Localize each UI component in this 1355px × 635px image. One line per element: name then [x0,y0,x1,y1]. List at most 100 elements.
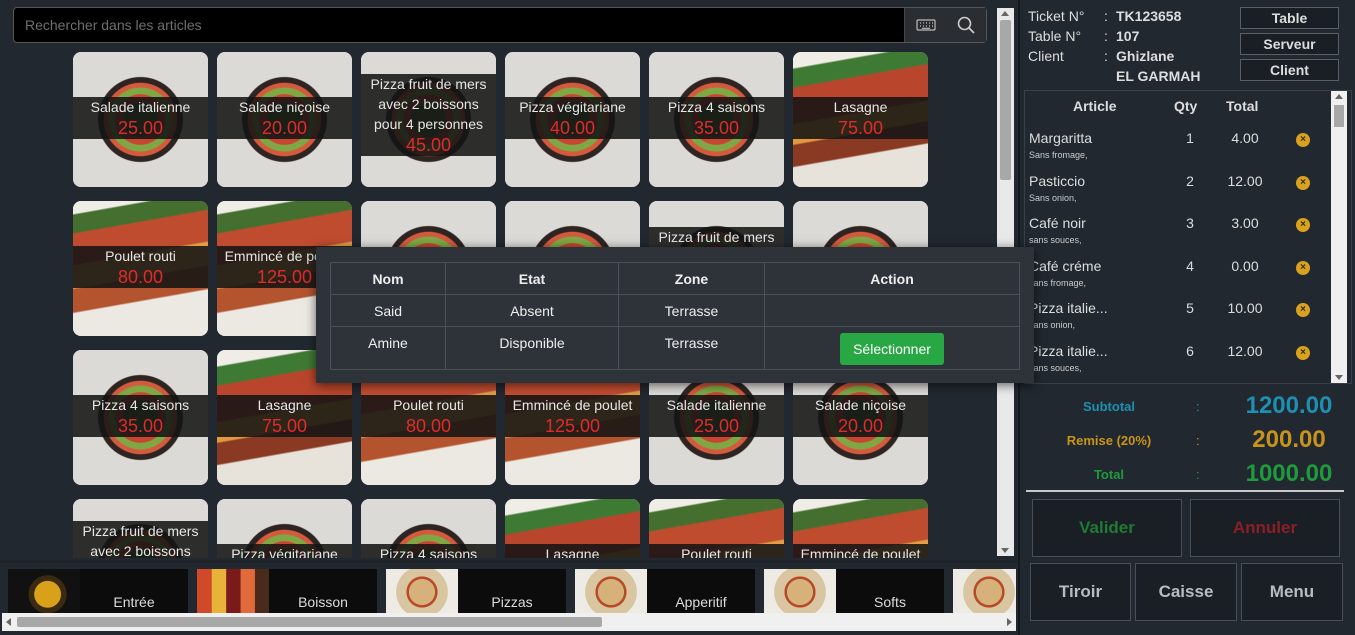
product-label-band: Lasagne 75.00 [217,395,352,437]
category-item[interactable]: Entrée [8,569,188,615]
order-line-article: Café noir [1029,215,1086,231]
scroll-right-arrow-icon[interactable] [1007,618,1012,626]
scroll-left-arrow-icon[interactable] [6,618,11,626]
scrollbar-thumb[interactable] [1000,20,1011,180]
category-label: Softs [874,594,906,610]
order-line[interactable]: Pasticcio Sans onion, 2 12.00 × [1025,168,1335,210]
order-line-total: 12.00 [1227,172,1263,189]
total-row: Total : 1000.00 [1024,459,1352,489]
product-price: 80.00 [117,267,164,287]
order-list-scrollbar[interactable] [1331,91,1347,383]
order-line-article: Pizza italie... [1029,300,1108,316]
product-name: Lasagne [833,99,888,115]
product-card[interactable]: Salade niçoise 20.00 [217,52,352,187]
order-line[interactable]: Pizza italie... sans onion, 5 10.00 × [1025,295,1335,337]
scrollbar-thumb[interactable] [17,617,602,627]
keyboard-button[interactable] [904,8,946,42]
product-card[interactable]: Pizza 4 saisons 35.00 [649,52,784,187]
category-thumbnail [764,569,836,615]
order-line[interactable]: Café créme sans fromage, 4 0.00 × [1025,253,1335,295]
valider-button[interactable]: Valider [1032,499,1182,557]
order-line[interactable]: Margaritta Sans fromage, 1 4.00 × [1025,125,1335,167]
product-name: Emmincé de poulet [512,397,633,413]
product-name: Pizza fruit de mers avec 2 boissons pour [82,523,199,558]
order-line-qty: 6 [1186,342,1194,359]
select-server-button[interactable]: Sélectionner [840,333,944,365]
column-header-qty: Qty [1174,98,1198,114]
product-label-band: Pizza 4 saisons [361,544,496,558]
remove-item-icon[interactable]: × [1296,303,1310,317]
product-price: 125.00 [256,267,313,287]
remove-item-icon[interactable]: × [1296,260,1310,275]
table-number-value: 107 [1116,28,1140,44]
remove-item-icon[interactable]: × [1296,218,1310,232]
remove-item-icon[interactable]: × [1296,175,1310,190]
product-card[interactable]: Emmincé de poulet [793,499,928,558]
tiroir-button[interactable]: Tiroir [1030,563,1131,621]
server-selection-dialog: Nom Etat Zone Action Said Absent Terrass… [316,247,1034,383]
product-name: Salade niçoise [814,397,907,413]
product-card[interactable]: Poulet routi 80.00 [73,201,208,336]
product-name: Pizza 4 saisons [91,397,190,413]
product-label-band: Poulet routi 80.00 [73,246,208,288]
product-card[interactable]: Pizza fruit de mers avec 2 boissons pour [73,499,208,558]
serveur-button[interactable]: Serveur [1240,33,1339,55]
order-line[interactable]: Pizza italie... sans souces, 6 12.00 × [1025,338,1335,380]
product-card[interactable]: Pizza végitariane 40.00 [505,52,640,187]
colon: : [1196,433,1200,448]
category-item[interactable] [953,569,1016,615]
product-label-band: Pizza fruit de mers avec 2 boissons pour [73,521,208,558]
product-label-band: Pizza fruit de mers avec 2 boissons pour… [361,74,496,156]
scroll-down-arrow-icon[interactable] [1001,548,1009,553]
scroll-up-arrow-icon[interactable] [1335,94,1343,99]
product-card[interactable]: Pizza 4 saisons [361,499,496,558]
product-card[interactable]: Lasagne 75.00 [793,52,928,187]
product-card[interactable]: Lasagne [505,499,640,558]
product-price: 25.00 [117,118,164,138]
product-name: Salade italienne [90,99,191,115]
product-card[interactable]: Pizza végitariane [217,499,352,558]
product-label-band: Poulet routi [649,544,784,558]
category-item[interactable]: Apperitif [575,569,755,615]
menu-button[interactable]: Menu [1241,563,1343,621]
product-label-band: Pizza fruit de mers [649,227,784,247]
product-card[interactable]: Poulet routi [649,499,784,558]
ticket-panel: Ticket N° : TK123658 Table N° : 107 Clie… [1018,0,1355,635]
order-line-qty: 5 [1186,300,1194,316]
order-line-note: Sans onion, [1029,192,1077,203]
remove-item-icon[interactable]: × [1296,133,1310,147]
column-header-article: Article [1073,98,1117,114]
scroll-down-arrow-icon[interactable] [1335,375,1343,380]
product-label-band: Salade italienne 25.00 [649,395,784,437]
search-input[interactable] [14,8,904,42]
category-item[interactable]: Boisson [197,569,377,615]
product-card[interactable]: Pizza 4 saisons 35.00 [73,350,208,485]
client-button[interactable]: Client [1240,59,1339,81]
scrollbar-thumb[interactable] [1334,105,1344,127]
category-item[interactable]: Softs [764,569,944,615]
ticket-number-value: TK123658 [1116,8,1182,24]
ticket-number-label: Ticket N° [1028,8,1085,24]
category-scrollbar[interactable] [2,613,1016,631]
product-card[interactable]: Salade italienne 25.00 [73,52,208,187]
table-button[interactable]: Table [1240,7,1339,29]
table-number-label: Table N° [1028,28,1082,44]
caisse-button[interactable]: Caisse [1135,563,1237,621]
order-line-total: 12.00 [1227,342,1263,359]
order-line[interactable]: Café noir sans souces, 3 3.00 × [1025,210,1335,252]
annuler-button[interactable]: Annuler [1190,499,1340,557]
remove-item-icon[interactable]: × [1296,345,1310,360]
product-name: Pizza 4 saisons [379,546,478,558]
server-status: Disponible [445,326,619,370]
product-label-band: Pizza végitariane [217,544,352,558]
server-zone: Terrasse [618,294,765,327]
scroll-up-arrow-icon[interactable] [1001,11,1009,16]
category-item[interactable]: Pizzas [386,569,566,615]
subtotal-label: Subtotal [1083,399,1135,414]
product-card[interactable]: Pizza fruit de mers avec 2 boissons pour… [361,52,496,187]
server-status: Absent [445,294,619,327]
product-label-band: Lasagne 75.00 [793,97,928,139]
order-line-note: sans souces, [1029,235,1082,245]
client-first-name: Ghizlane [1116,48,1175,64]
search-button[interactable] [946,8,986,42]
